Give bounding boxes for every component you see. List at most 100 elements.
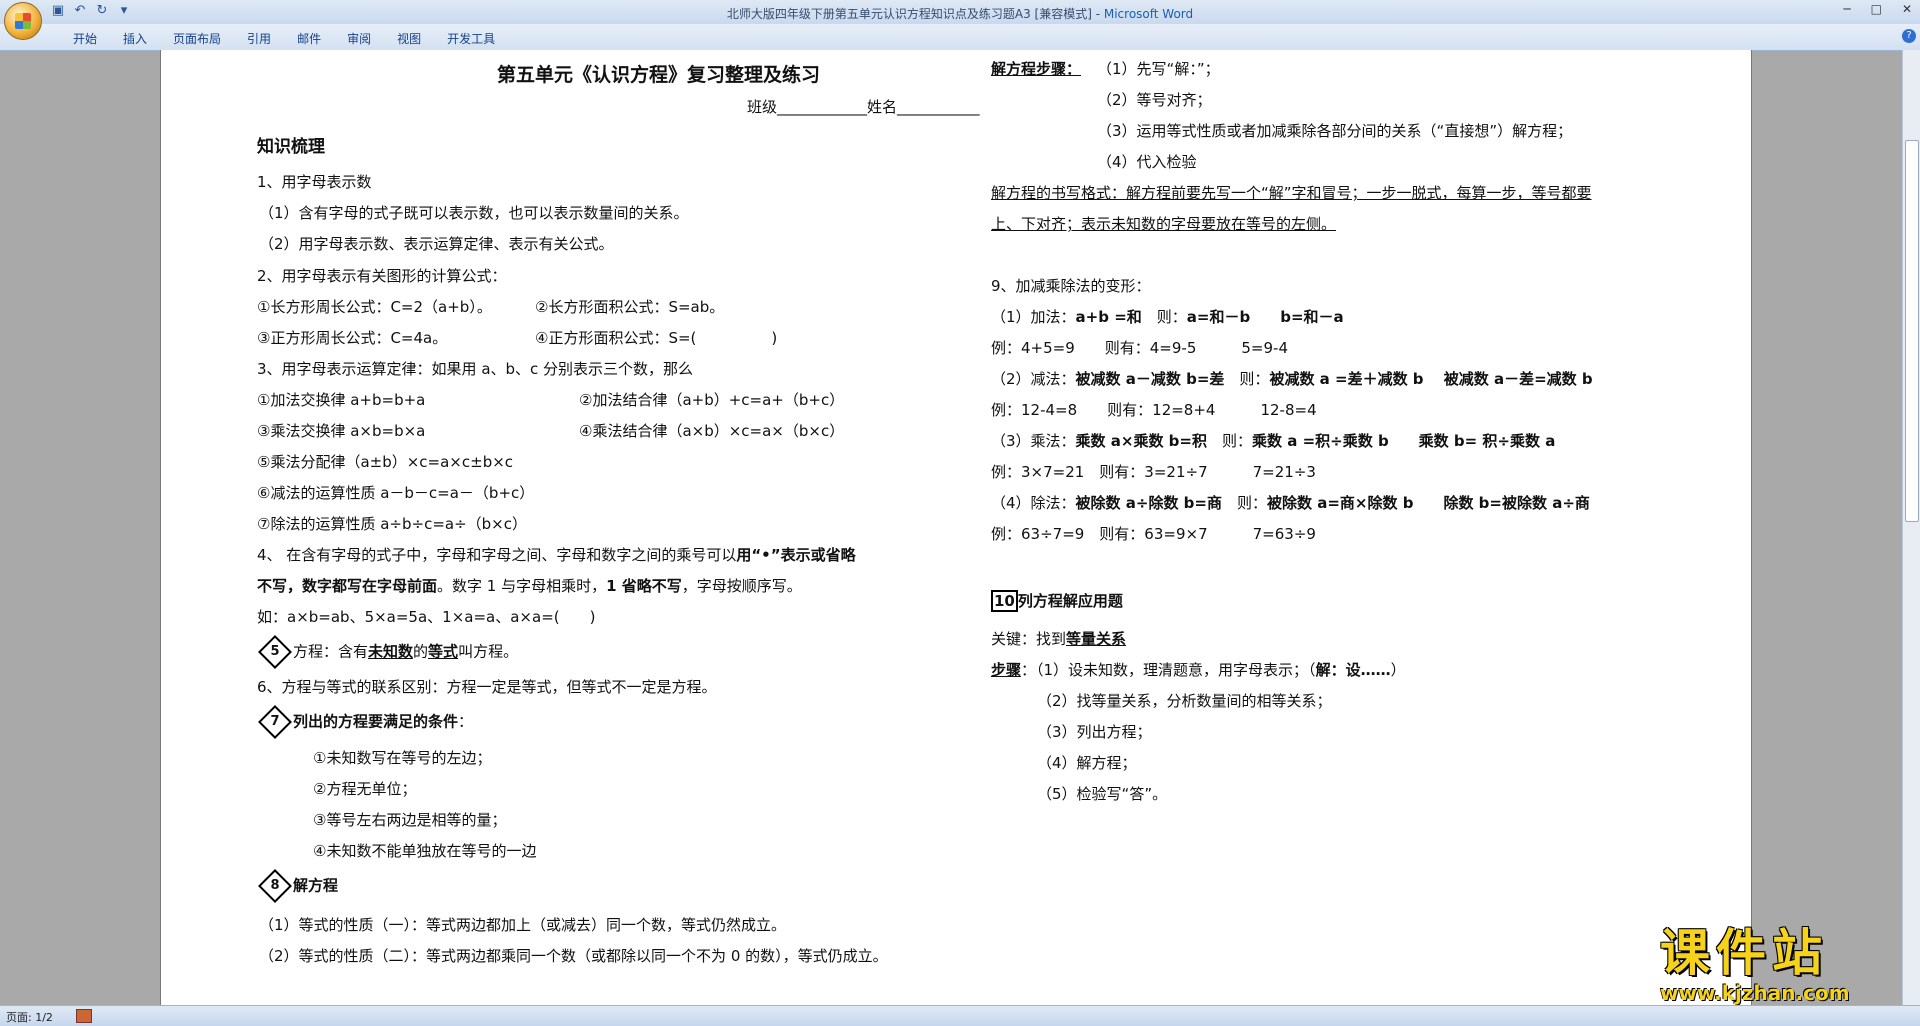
section-1b: （2）用字母表示数、表示运算定律、表示有关公式。	[259, 235, 614, 253]
section-1: 1、用字母表示数	[257, 173, 372, 191]
minimize-icon[interactable]: ─	[1843, 2, 1850, 16]
law-3: ③乘法交换律 a×b=b×a	[257, 422, 426, 440]
vertical-scrollbar[interactable]	[1902, 50, 1920, 1005]
condition-3: ③等号左右两边是相等的量；	[313, 811, 507, 829]
section-4-bold-3: 1 省略不写	[606, 577, 682, 595]
section-8: 8 解方程	[258, 869, 338, 903]
key-relation: 等量关系	[1066, 630, 1127, 648]
section-2: 2、用字母表示有关图形的计算公式：	[257, 267, 507, 285]
format-line-2: 上、下对齐；表示未知数的字母要放在等号的左侧。	[991, 215, 1337, 233]
app-name: Microsoft Word	[1103, 7, 1194, 21]
property-1: （1）等式的性质（一）：等式两边都加上（或减去）同一个数，等式仍然成立。	[259, 916, 787, 934]
app-step-4: （4）解方程；	[1037, 754, 1137, 772]
section-4-line2: 不写，数字都写在字母前面。数字 1 与字母相乘时，1 省略不写，字母按顺序写。	[257, 575, 802, 596]
division-derived: 被除数 a=商×除数 b 除数 b=被除数 a÷商	[1267, 494, 1590, 512]
ribbon-tabs: 开始 插入 页面布局 引用 邮件 审阅 视图 开发工具	[60, 30, 508, 47]
section-4-text-2: 。数字 1 与字母相乘时，	[437, 577, 607, 595]
section-3: 3、用字母表示运算定律：如果用 a、b、c 分别表示三个数，那么	[257, 360, 694, 378]
window-controls: ─ □ ✕	[1843, 2, 1912, 16]
app-step-3: （3）列出方程；	[1037, 723, 1152, 741]
app-step-1-text: ：（1）设未知数，理清题意，用字母表示；（	[1021, 661, 1316, 679]
diamond-number-icon: 8	[258, 869, 292, 903]
law-1: ①加法交换律 a+b=b+a	[257, 391, 426, 409]
help-icon[interactable]: ?	[1902, 29, 1916, 43]
steps-heading: 解方程步骤：	[991, 60, 1082, 78]
right-column: 解方程步骤： （1）先写“解：”； （2）等号对齐； （3）运用等式性质或者加减…	[991, 50, 1731, 1005]
division-rule: （4）除法：被除数 a÷除数 b=商 则：被除数 a=商×除数 b 除数 b=被…	[991, 492, 1590, 513]
page-count[interactable]: 页面: 1/2	[6, 1009, 53, 1025]
division-label: （4）除法：	[991, 494, 1076, 512]
division-then: 则：	[1222, 494, 1268, 512]
division-eq: 被除数 a÷除数 b=商	[1075, 494, 1222, 512]
section-4-line1: 4、 在含有字母的式子中，字母和字母之间、字母和数字之间的乘号可以用“•”表示或…	[257, 544, 856, 565]
section-5: 5 方程：含有未知数的等式叫方程。	[258, 635, 519, 669]
step-3: （3）运用等式性质或者加减乘除各部分间的关系（“直接想”）解方程；	[1097, 122, 1573, 140]
section-7-title: 列出的方程要满足的条件	[293, 712, 459, 731]
section-10: 10 列方程解应用题	[991, 590, 1123, 612]
section-5-text-2: 的	[413, 642, 429, 661]
step-1: （1）先写“解：”；	[1097, 60, 1220, 78]
addition-eq: a+b =和	[1075, 308, 1142, 326]
maximize-icon[interactable]: □	[1871, 2, 1882, 16]
formula-4: ④正方形面积公式：S=( )	[535, 329, 778, 347]
section-7-colon: ：	[458, 712, 474, 731]
tab-review[interactable]: 审阅	[334, 30, 384, 47]
subtraction-eq: 被减数 a－减数 b=差	[1075, 370, 1225, 388]
section-4-bold: 用“•”表示或省略	[736, 546, 856, 564]
condition-2: ②方程无单位；	[313, 780, 417, 798]
multiplication-derived: 乘数 a =积÷乘数 b 乘数 b= 积÷乘数 a	[1252, 432, 1556, 450]
section-6: 6、方程与等式的联系区别：方程一定是等式，但等式不一定是方程。	[257, 678, 717, 696]
tab-home[interactable]: 开始	[60, 30, 110, 47]
app-step-5: （5）检验写“答”。	[1037, 785, 1168, 803]
law-7: ⑦除法的运算性质 a÷b÷c=a÷（b×c）	[257, 515, 527, 533]
document-title: 第五单元《认识方程》复习整理及练习	[497, 64, 821, 86]
law-4: ④乘法结合律（a×b）×c=a×（b×c）	[579, 422, 845, 440]
tab-developer[interactable]: 开发工具	[434, 30, 508, 47]
watermark-url: www.kjzhan.com	[1660, 981, 1850, 1005]
class-name-line: 班级____________姓名___________	[747, 98, 980, 116]
tab-references[interactable]: 引用	[234, 30, 284, 47]
app-step-2: （2）找等量关系，分析数量间的相等关系；	[1037, 692, 1332, 710]
left-column: 第五单元《认识方程》复习整理及练习 班级____________姓名______…	[257, 50, 1097, 1005]
tab-view[interactable]: 视图	[384, 30, 434, 47]
step-2: （2）等号对齐；	[1097, 91, 1212, 109]
app-step-1-bold: 解：设……	[1315, 661, 1391, 679]
tab-page-layout[interactable]: 页面布局	[160, 30, 234, 47]
scrollbar-thumb[interactable]	[1905, 140, 1919, 522]
diamond-number-icon: 7	[258, 705, 292, 739]
section-5-text-3: 叫方程。	[458, 642, 519, 661]
multiplication-eq: 乘数 a×乘数 b=积	[1075, 432, 1207, 450]
watermark-text: 课件站	[1660, 923, 1828, 982]
addition-rule: （1）加法：a+b =和 则：a=和－b b=和－a	[991, 306, 1344, 327]
law-6: ⑥减法的运算性质 a－b－c=a－（b+c）	[257, 484, 535, 502]
law-2: ②加法结合律（a+b）+c=a+（b+c）	[579, 391, 845, 409]
heading-knowledge: 知识梳理	[257, 137, 325, 157]
section-5-number: 5	[270, 644, 280, 659]
subtraction-derived: 被减数 a =差＋减数 b 被减数 a－差=减数 b	[1269, 370, 1593, 388]
format-line-1: 解方程的书写格式：解方程前要先写一个“解”字和冒号；一步一脱式，每算一步，等号都…	[991, 184, 1592, 202]
office-button[interactable]	[4, 2, 42, 40]
subtraction-example: 例：12-4=8 则有：12=8+4 12-8=4	[991, 401, 1317, 419]
tab-insert[interactable]: 插入	[110, 30, 160, 47]
multiplication-then: 则：	[1207, 432, 1253, 450]
section-5-unknown: 未知数	[368, 642, 414, 661]
close-icon[interactable]: ✕	[1902, 2, 1912, 16]
section-5-equation: 等式	[428, 642, 459, 661]
app-steps-heading: 步骤	[991, 661, 1022, 679]
multiplication-example: 例：3×7=21 则有：3=21÷7 7=21÷3	[991, 463, 1316, 481]
key-label: 关键：找到	[991, 630, 1067, 648]
subtraction-rule: （2）减法：被减数 a－减数 b=差 则：被减数 a =差＋减数 b 被减数 a…	[991, 368, 1593, 389]
condition-4: ④未知数不能单独放在等号的一边	[313, 842, 537, 860]
section-10-title: 列方程解应用题	[1017, 592, 1123, 610]
formula-2: ②长方形面积公式：S=ab。	[535, 298, 725, 316]
app-step-1-close: ）	[1390, 661, 1406, 679]
title-bar: ▣ ↶ ↻ ▾ 北师大版四年级下册第五单元认识方程知识点及练习题A3 [兼容模式…	[0, 0, 1920, 40]
document-page[interactable]: 第五单元《认识方程》复习整理及练习 班级____________姓名______…	[160, 50, 1752, 1005]
proofing-icon[interactable]	[76, 1009, 92, 1023]
addition-derived: a=和－b b=和－a	[1186, 308, 1344, 326]
section-4-bold-2: 不写，数字都写在字母前面	[257, 577, 438, 595]
section-9: 9、加减乘除法的变形：	[991, 277, 1151, 295]
tab-mailings[interactable]: 邮件	[284, 30, 334, 47]
addition-then: 则：	[1141, 308, 1187, 326]
step-4: （4）代入检验	[1097, 153, 1197, 171]
